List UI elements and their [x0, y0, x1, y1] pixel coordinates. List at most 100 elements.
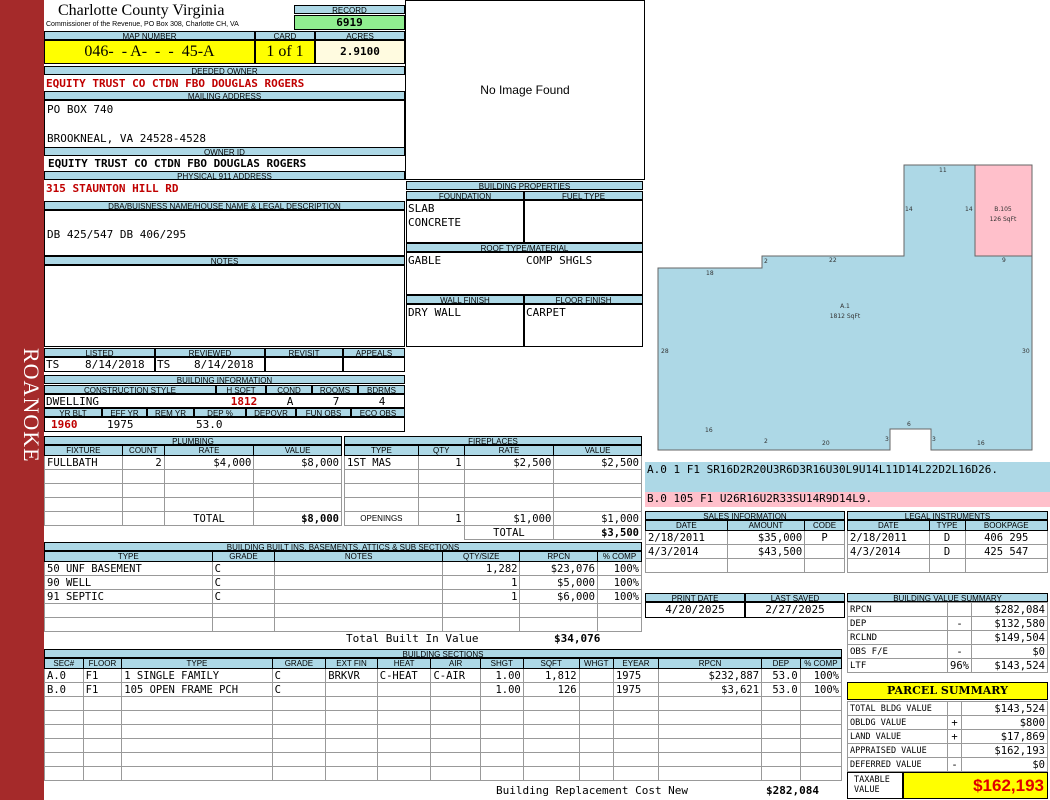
legal-description-box: DB 425/547 DB 406/295 — [44, 210, 405, 256]
builtin-type: 91 SEPTIC — [44, 589, 213, 604]
legal-header-type: TYPE — [928, 520, 966, 531]
section-cell: 1975 — [612, 668, 660, 683]
plumbing-header-value: VALUE — [253, 445, 342, 456]
wall-finish-label: WALL FINISH — [406, 295, 524, 304]
legal-date: 4/3/2014 — [847, 544, 930, 559]
physical-address-label: PHYSICAL 911 ADDRESS — [44, 171, 405, 180]
parcel-amount: $162,193 — [961, 743, 1048, 758]
parcel-amount: $0 — [961, 757, 1048, 772]
dim-label: 14 — [965, 206, 973, 213]
yr-blt-label: YR BLT — [44, 408, 102, 417]
section-cell: 53.0 — [761, 668, 801, 683]
side-bar: ROANOKE — [0, 0, 44, 800]
value-summary-sign: - — [947, 644, 972, 659]
section-cell — [376, 682, 432, 697]
mailing-line2: BROOKNEAL, VA 24528-4528 — [47, 132, 206, 145]
value-summary-sign: - — [947, 616, 972, 631]
floor-finish: CARPET — [526, 306, 566, 319]
revisit-label: REVISIT — [265, 348, 343, 357]
section-header: FLOOR — [82, 658, 123, 669]
cond-label: COND — [266, 385, 312, 394]
fireplace-header-value: VALUE — [553, 445, 642, 456]
parcel-amount: $800 — [961, 715, 1048, 730]
section-cell: A.0 — [44, 668, 84, 683]
yr-blt-value: 1960 — [51, 418, 78, 431]
acres-value: 2.9100 — [315, 40, 405, 64]
openings-value: $1,000 — [553, 511, 642, 526]
dim-label: 9 — [1002, 257, 1006, 264]
section-cell: $3,621 — [658, 682, 763, 697]
dim-label: 3 — [932, 436, 936, 443]
section-cell: 105 OPEN FRAME PCH — [121, 682, 273, 697]
parcel-item: APPRAISED VALUE — [847, 743, 948, 758]
print-date-label: PRINT DATE — [645, 593, 745, 602]
foundation-label: FOUNDATION — [406, 191, 524, 200]
section-header: HEAT — [376, 658, 432, 669]
builtin-qty: 1,282 — [441, 561, 521, 576]
building-sections-table: SEC# FLOOR TYPE GRADE EXT FIN HEAT AIR S… — [44, 658, 843, 781]
listed-by: TS — [46, 358, 60, 371]
county-subtitle: Commissioner of the Revenue, PO Box 308,… — [46, 21, 239, 28]
legal-bookpage: 425 547 — [964, 544, 1048, 559]
builtin-type: 90 WELL — [44, 575, 213, 590]
plumbing-rate: $4,000 — [163, 455, 255, 470]
parcel-amount: $17,869 — [961, 729, 1048, 744]
appeals-label: APPEALS — [343, 348, 405, 357]
section-header: % COMP — [799, 658, 843, 669]
section-header: EXT FIN — [325, 658, 378, 669]
builtin-comp: 100% — [596, 589, 643, 604]
section-header: EYEAR — [612, 658, 660, 669]
table-row: TOTAL BLDG VALUE $143,524 — [847, 701, 1048, 716]
value-summary-amount: $282,084 — [970, 602, 1049, 617]
last-saved: 2/27/2025 — [745, 602, 845, 618]
section-header: SHGT — [479, 658, 524, 669]
value-summary-amount: $132,580 — [970, 616, 1049, 631]
sale-code — [804, 544, 845, 559]
section-header: AIR — [430, 658, 481, 669]
sale-code: P — [804, 530, 845, 545]
openings-rate: $1,000 — [463, 511, 555, 526]
dim-label: 28 — [661, 348, 669, 355]
section-header: DEP — [761, 658, 801, 669]
table-row: APPRAISED VALUE $162,193 — [847, 743, 1048, 758]
section-cell: 1.00 — [479, 682, 524, 697]
floor-finish-label: FLOOR FINISH — [524, 295, 643, 304]
dim-label: 3 — [885, 436, 889, 443]
table-row: OBLDG VALUE + $800 — [847, 715, 1048, 730]
plumbing-label: PLUMBING — [44, 436, 342, 445]
cond-value: A — [286, 395, 294, 408]
construction-style-label: CONSTRUCTION STYLE — [44, 385, 216, 394]
fireplace-rate: $2,500 — [463, 455, 555, 470]
legal-description-label: DBA/BUISNESS NAME/HOUSE NAME & LEGAL DES… — [44, 201, 405, 210]
parcel-sign — [947, 743, 962, 758]
table-row: RCLND $149,504 — [847, 630, 1049, 645]
dim-label: 18 — [706, 270, 714, 277]
print-date: 4/20/2025 — [645, 602, 745, 618]
no-image-text: No Image Found — [480, 83, 570, 97]
revisit-box — [265, 357, 343, 372]
building-sections-label: BUILDING SECTIONS — [44, 649, 842, 658]
deeded-owner-label: DEEDED OWNER — [44, 66, 405, 75]
section-header: GRADE — [271, 658, 327, 669]
taxable-value-label: TAXABLE VALUE — [847, 772, 903, 799]
parcel-amount: $143,524 — [961, 701, 1048, 716]
builtin-rpcn: $6,000 — [519, 589, 598, 604]
roof-label: ROOF TYPE/MATERIAL — [406, 243, 643, 252]
table-row: LAND VALUE + $17,869 — [847, 729, 1048, 744]
section-cell — [430, 682, 481, 697]
parcel-item: TOTAL BLDG VALUE — [847, 701, 948, 716]
builtin-rpcn: $5,000 — [519, 575, 598, 590]
table-row: RPCN $282,084 — [847, 602, 1049, 617]
fuel-type-box — [524, 200, 643, 243]
replacement-cost: $282,084 — [766, 784, 819, 797]
fireplaces-table: TYPE QTY RATE VALUE 1ST MAS 1 $2,500 $2,… — [344, 445, 642, 540]
building-information-label: BUILDING INFORMATION — [44, 375, 405, 384]
builtin-header-comp: % COMP — [596, 551, 643, 562]
dim-label: 6 — [907, 421, 911, 428]
listed-date: 8/14/2018 — [85, 358, 145, 371]
section-cell: C-HEAT — [376, 668, 432, 683]
dim-label: 22 — [829, 257, 837, 264]
eco-obs-label: ECO OBS — [351, 408, 405, 417]
fireplace-type: 1ST MAS — [344, 455, 419, 470]
section-header: TYPE — [121, 658, 273, 669]
